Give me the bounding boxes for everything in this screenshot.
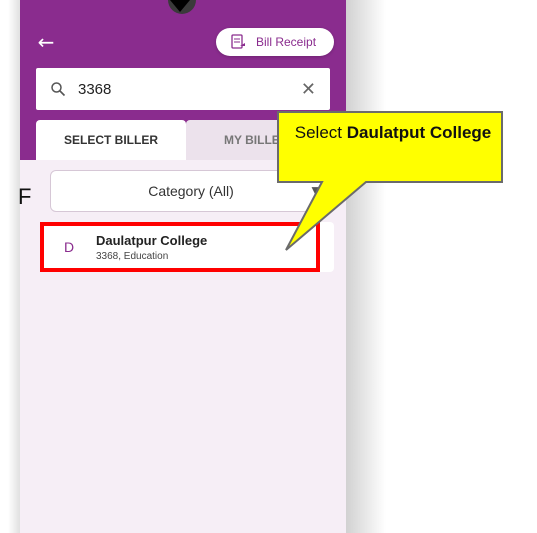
bill-receipt-button[interactable]: Bill Receipt (216, 28, 334, 56)
callout-text: Select Daulatput College (284, 118, 502, 184)
back-button[interactable]: ← (34, 30, 58, 54)
receipt-icon (231, 34, 245, 49)
left-shadow (8, 0, 20, 533)
pointer-marker (170, 0, 190, 12)
search-value: 3368 (78, 80, 112, 98)
tab-select-biller[interactable]: SELECT BILLER (36, 120, 186, 160)
right-shadow (346, 0, 386, 533)
bill-receipt-label: Bill Receipt (256, 35, 317, 49)
close-icon[interactable]: ✕ (301, 79, 316, 100)
search-icon (51, 82, 66, 97)
search-input[interactable]: 3368 ✕ (36, 68, 330, 110)
arrow-left-icon: ← (37, 30, 55, 54)
callout-prefix: Select (294, 123, 347, 142)
filter-letter: F (18, 184, 32, 209)
category-label: Category (All) (148, 183, 234, 199)
callout-target: Daulatput College (346, 123, 492, 142)
